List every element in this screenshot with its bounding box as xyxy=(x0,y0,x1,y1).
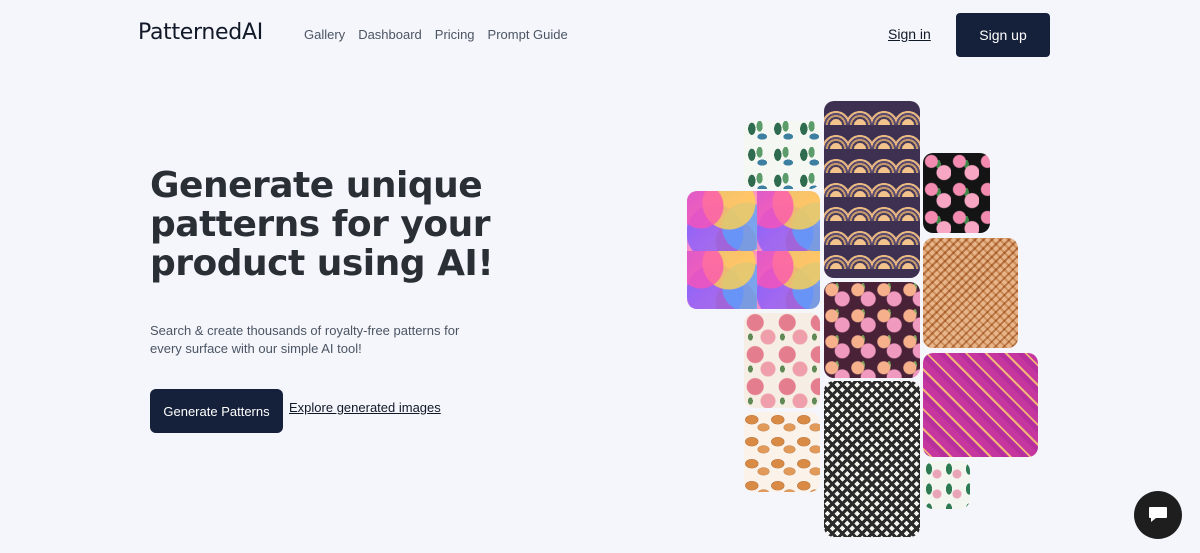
sign-in-link[interactable]: Sign in xyxy=(888,26,931,42)
nav-links: Gallery Dashboard Pricing Prompt Guide xyxy=(304,27,568,42)
chat-bubble-icon xyxy=(1149,507,1167,522)
tile-pink-roses-black[interactable] xyxy=(923,153,990,233)
brand-logo[interactable]: PatternedAI xyxy=(138,20,263,45)
tile-pastries[interactable] xyxy=(744,412,820,492)
tile-peach-diamonds[interactable] xyxy=(923,238,1018,348)
nav-link-dashboard[interactable]: Dashboard xyxy=(358,27,422,42)
hero-title: Generate unique patterns for your produc… xyxy=(150,165,494,284)
nav-link-prompt-guide[interactable]: Prompt Guide xyxy=(488,27,568,42)
chat-widget-button[interactable] xyxy=(1134,491,1182,539)
tile-pink-roses-cream[interactable] xyxy=(744,313,820,408)
tile-black-white-diamonds[interactable] xyxy=(824,381,920,537)
explore-generated-images-link[interactable]: Explore generated images xyxy=(289,400,441,415)
top-navigation: PatternedAI Gallery Dashboard Pricing Pr… xyxy=(0,0,1200,70)
tile-art-deco-fans[interactable] xyxy=(824,101,920,278)
tile-magenta-lattice[interactable] xyxy=(923,353,1038,457)
nav-link-gallery[interactable]: Gallery xyxy=(304,27,345,42)
sign-up-button[interactable]: Sign up xyxy=(956,13,1050,57)
tile-small-leaves[interactable] xyxy=(923,461,970,509)
nav-link-pricing[interactable]: Pricing xyxy=(435,27,475,42)
tile-floral-purple[interactable] xyxy=(824,282,920,378)
tile-colorful-circles[interactable] xyxy=(687,191,820,309)
generate-patterns-button[interactable]: Generate Patterns xyxy=(150,389,283,433)
hero-subtitle: Search & create thousands of royalty-fre… xyxy=(150,323,460,356)
tile-teal-leaves[interactable] xyxy=(744,121,820,189)
